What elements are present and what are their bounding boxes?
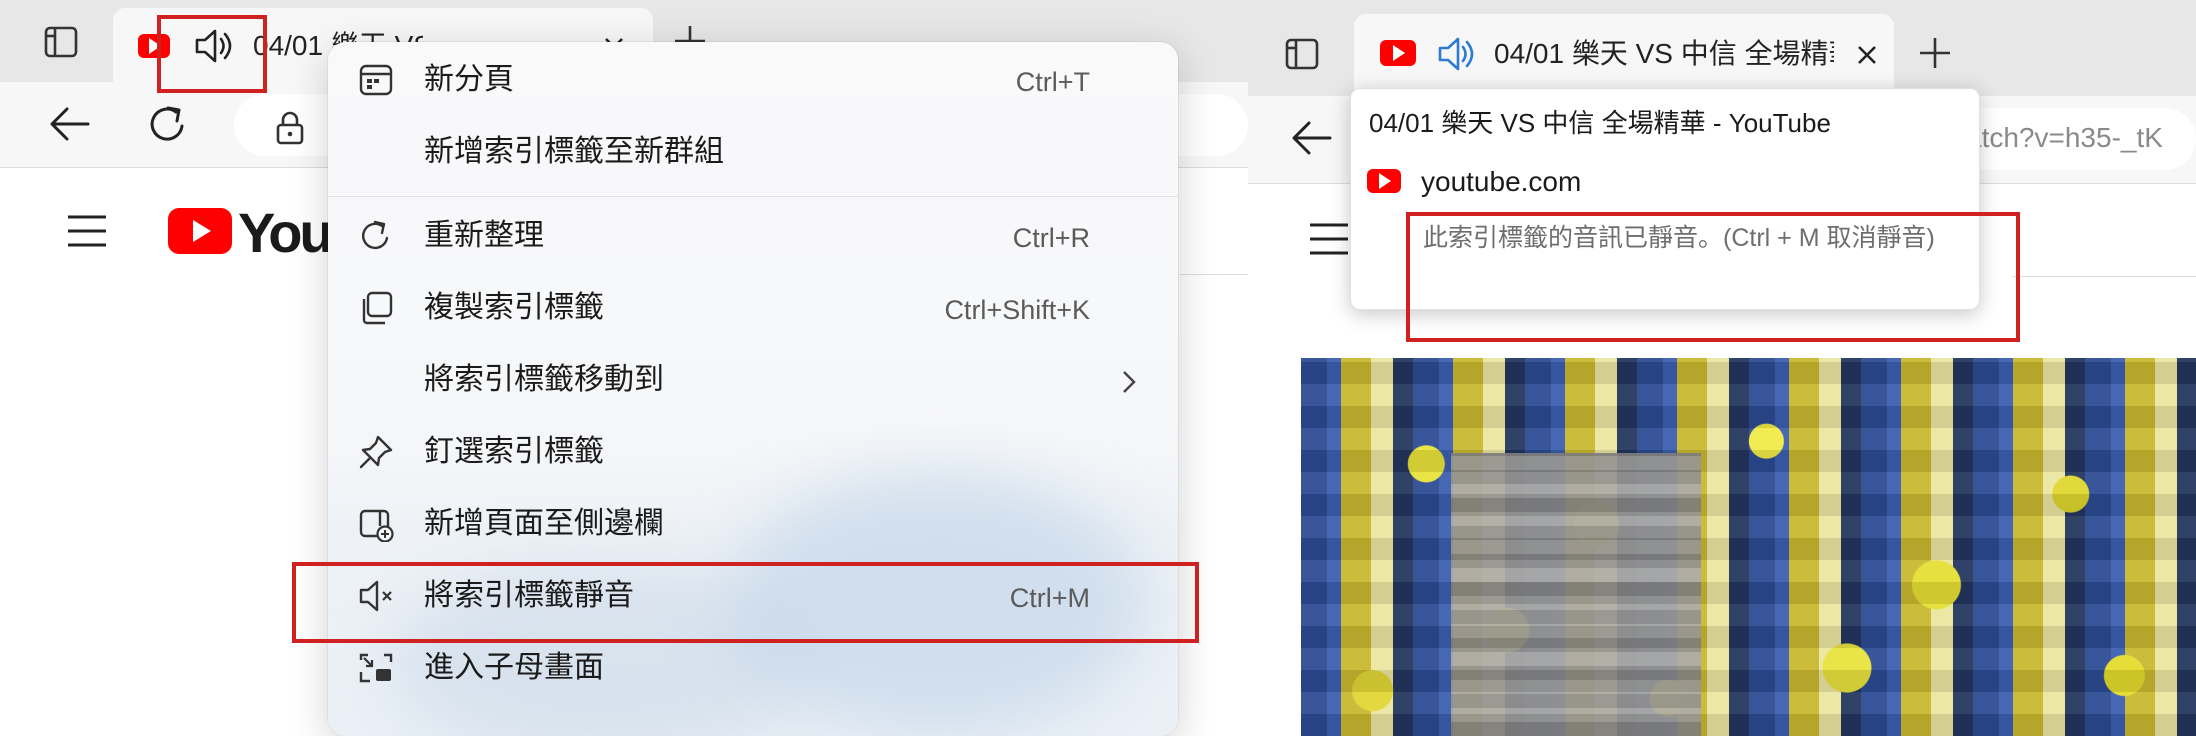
menu-item-add-tab-to-new-group[interactable]: 新增索引標籤至新群組: [328, 120, 1178, 184]
tab-actions-icon[interactable]: [1285, 38, 1319, 70]
tooltip-title: 04/01 樂天 VS 中信 全場精華 - YouTube: [1369, 108, 1831, 138]
menu-separator: [328, 196, 1178, 197]
menu-item-pin-tab[interactable]: 釘選索引標籤: [328, 420, 1178, 484]
page-divider: [1180, 274, 1248, 275]
youtube-favicon: [1380, 40, 1416, 66]
tab-actions-icon[interactable]: [44, 26, 78, 58]
add-to-sidebar-icon: [358, 506, 394, 542]
menu-item-shortcut: Ctrl+R: [1012, 223, 1090, 253]
menu-item-label: 新增頁面至側邊欄: [424, 507, 664, 540]
tooltip-site: youtube.com: [1421, 166, 1582, 197]
menu-item-duplicate-tab[interactable]: 複製索引標籤 Ctrl+Shift+K: [328, 276, 1178, 340]
menu-item-label: 新增索引標籤至新群組: [424, 135, 724, 168]
menu-item-label: 重新整理: [424, 219, 544, 252]
speaker-highlight-box: [157, 15, 267, 93]
left-browser-window: 04/01 樂天 VS 中信 全場精華 YouTu: [0, 0, 1248, 736]
lock-icon[interactable]: [274, 110, 306, 146]
menu-item-refresh[interactable]: 重新整理 Ctrl+R: [328, 204, 1178, 268]
tab-title: 04/01 樂天 VS 中信 全場精華: [1494, 38, 1834, 69]
menu-item-label: 釘選索引標籤: [424, 435, 604, 468]
new-tab-page-icon: [358, 62, 394, 98]
menu-item-shortcut: Ctrl+T: [1015, 67, 1090, 97]
chevron-right-icon: [1122, 370, 1136, 394]
menu-item-picture-in-picture[interactable]: 進入子母畫面: [328, 636, 1178, 700]
hamburger-menu-icon[interactable]: [1308, 222, 1350, 256]
hamburger-menu-icon[interactable]: [66, 214, 108, 248]
youtube-logo-icon[interactable]: [168, 208, 232, 254]
pin-icon: [358, 434, 394, 470]
youtube-favicon: [1367, 169, 1401, 193]
menu-item-shortcut: Ctrl+Shift+K: [944, 295, 1090, 325]
page-divider: [2012, 276, 2196, 277]
menu-item-label: 複製索引標籤: [424, 291, 604, 324]
menu-item-move-tab-to[interactable]: 將索引標籤移動到: [328, 348, 1178, 412]
duplicate-tab-icon: [358, 290, 394, 326]
refresh-icon[interactable]: [146, 102, 190, 146]
video-thumbnail[interactable]: [1301, 358, 2196, 736]
menu-item-label: 新分頁: [424, 63, 514, 96]
menu-item-label: 將索引標籤移動到: [424, 363, 664, 396]
refresh-icon: [358, 218, 394, 254]
muted-message-highlight-box: [1406, 212, 2020, 342]
back-icon[interactable]: [1290, 118, 1332, 158]
new-tab-icon[interactable]: [1918, 36, 1952, 70]
close-tab-icon[interactable]: [1856, 44, 1878, 66]
address-text[interactable]: atch?v=h35-_tK: [1966, 120, 2196, 156]
picture-in-picture-icon: [358, 650, 394, 686]
menu-item-label: 進入子母畫面: [424, 651, 604, 684]
right-browser-window: atch?v=h35-_tK 04/01 樂天 VS 中信 全場精華 04/01…: [1248, 0, 2196, 736]
tab-contents: 04/01 樂天 VS 中信 全場精華: [1354, 14, 1894, 96]
speaker-icon[interactable]: [1436, 34, 1476, 74]
mute-item-highlight-box: [292, 562, 1199, 643]
menu-item-new-tab[interactable]: 新分頁 Ctrl+T: [328, 48, 1178, 112]
back-icon[interactable]: [48, 104, 90, 144]
menu-item-add-page-to-sidebar[interactable]: 新增頁面至側邊欄: [328, 492, 1178, 556]
